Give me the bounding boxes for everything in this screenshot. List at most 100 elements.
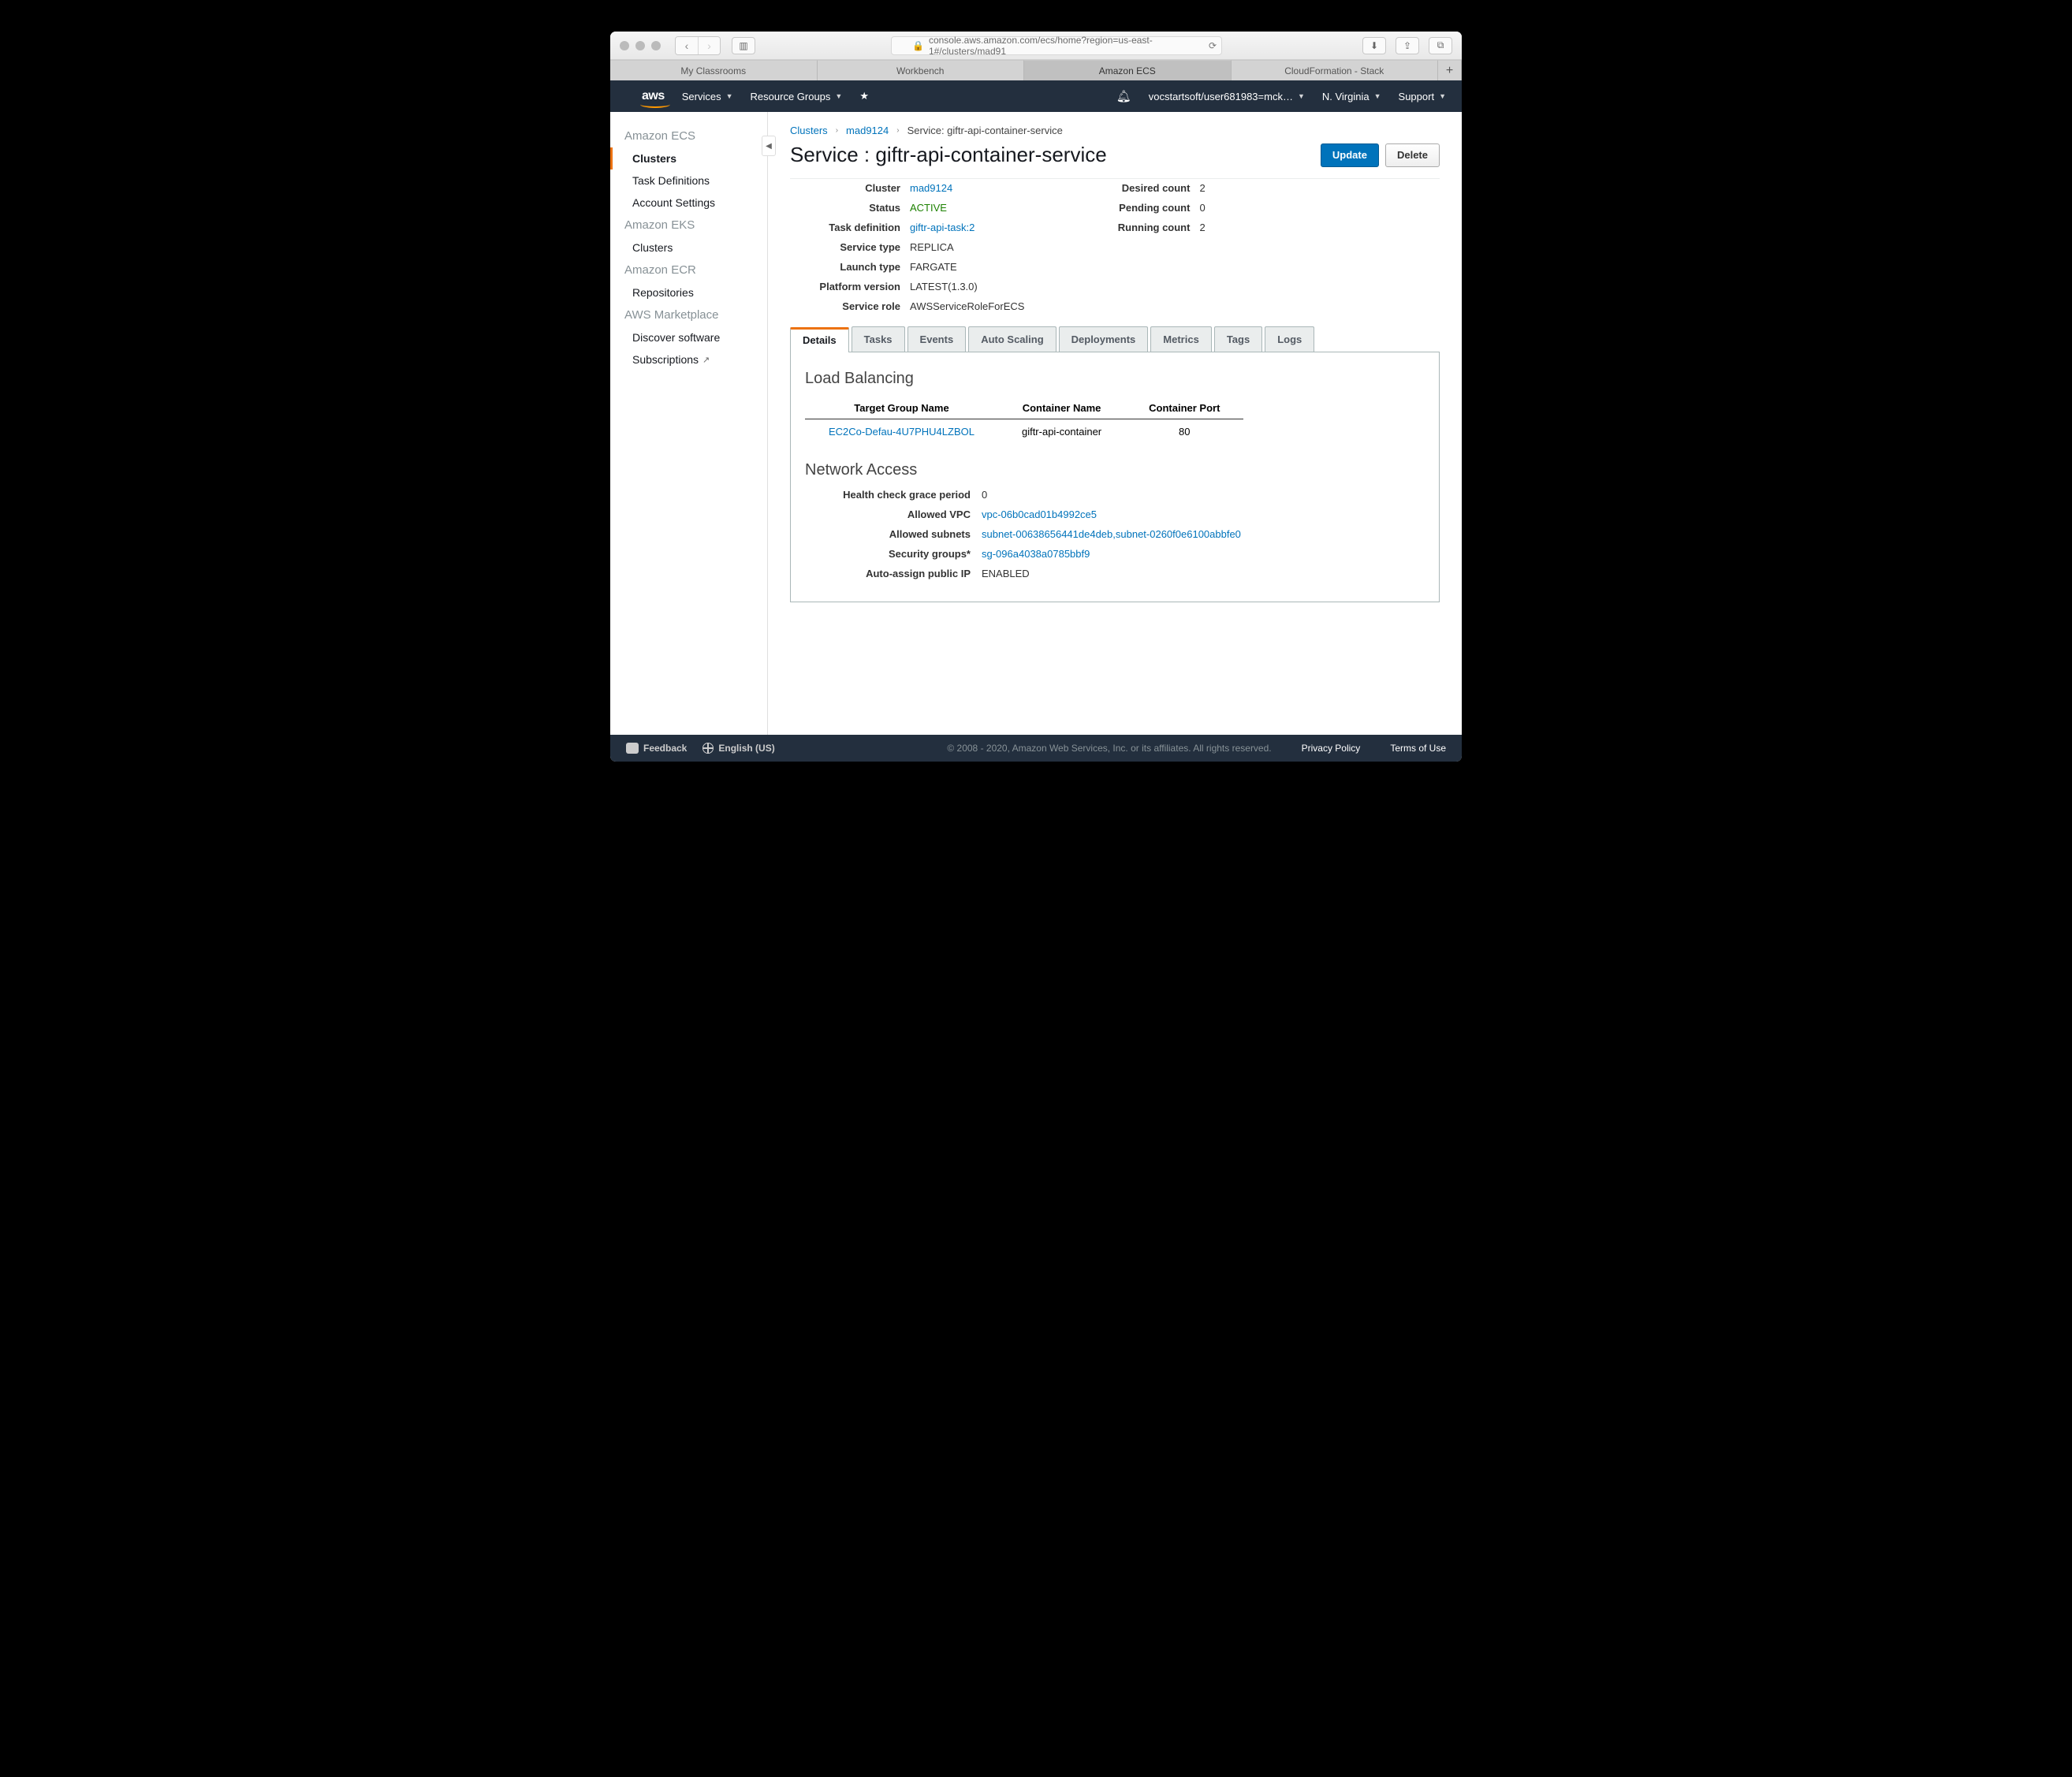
url-text: console.aws.amazon.com/ecs/home?region=u… [929,35,1201,57]
sidebar-item-clusters[interactable]: Clusters [610,147,767,170]
crumb-clusters[interactable]: Clusters [790,125,828,136]
breadcrumb: Clusters › mad9124 › Service: giftr-api-… [790,125,1440,136]
crumb-current: Service: giftr-api-container-service [907,125,1063,136]
downloads-icon[interactable]: ⬇ [1362,37,1386,54]
cluster-link[interactable]: mad9124 [910,182,1024,194]
main-content: Clusters › mad9124 › Service: giftr-api-… [768,112,1462,735]
delete-button[interactable]: Delete [1385,143,1440,167]
tab-cloudformation[interactable]: CloudFormation - Stack [1232,60,1439,80]
share-icon[interactable]: ⇪ [1396,37,1419,54]
sidebar-toggle-icon[interactable]: ▥ [732,37,755,54]
tab-amazon-ecs[interactable]: Amazon ECS [1024,60,1232,80]
mac-titlebar: ‹ › ▥ 🔒 console.aws.amazon.com/ecs/home?… [610,32,1462,60]
chevron-down-icon: ▼ [1439,92,1446,100]
aws-logo[interactable]: aws [642,89,665,103]
launchtype-value: FARGATE [910,261,1024,273]
tab-metrics[interactable]: Metrics [1150,326,1212,352]
zoom-window-icon[interactable] [651,41,661,50]
tab-tasks[interactable]: Tasks [852,326,905,352]
platform-value: LATEST(1.3.0) [910,281,1024,292]
sidebar-head-marketplace: AWS Marketplace [610,304,767,326]
page-title: Service : giftr-api-container-service [790,143,1107,167]
sidebar-item-eks-clusters[interactable]: Clusters [610,237,767,259]
external-link-icon: ↗ [702,355,710,365]
resource-groups-menu[interactable]: Resource Groups ▼ [751,91,843,102]
tab-deployments[interactable]: Deployments [1059,326,1149,352]
sidebar-item-repositories[interactable]: Repositories [610,281,767,304]
vpc-link[interactable]: vpc-06b0cad01b4992ce5 [982,509,1425,520]
col-container-port: Container Port [1125,397,1243,419]
support-label: Support [1399,91,1435,102]
service-summary: Cluster mad9124 Status ACTIVE Task defin… [790,178,1440,312]
load-balancing-table: Target Group Name Container Name Contain… [805,397,1243,444]
account-label: vocstartsoft/user681983=mck… [1149,91,1293,102]
crumb-cluster-name[interactable]: mad9124 [846,125,889,136]
target-group-link[interactable]: EC2Co-Defau-4U7PHU4LZBOL [805,419,998,445]
reload-icon[interactable]: ⟳ [1209,40,1217,51]
vpc-label: Allowed VPC [805,509,971,520]
tabs-icon[interactable]: ⧉ [1429,37,1452,54]
autoip-label: Auto-assign public IP [805,568,971,579]
close-window-icon[interactable] [620,41,629,50]
tab-tags[interactable]: Tags [1214,326,1262,352]
back-button[interactable]: ‹ [676,37,698,54]
support-menu[interactable]: Support ▼ [1399,91,1446,102]
minimize-window-icon[interactable] [635,41,645,50]
chevron-down-icon: ▼ [835,92,842,100]
chevron-down-icon: ▼ [1298,92,1305,100]
tab-my-classrooms[interactable]: My Classrooms [610,60,818,80]
status-value: ACTIVE [910,202,1024,214]
region-label: N. Virginia [1322,91,1370,102]
sidebar-item-discover-software[interactable]: Discover software [610,326,767,348]
taskdef-link[interactable]: giftr-api-task:2 [910,222,1024,233]
forward-button[interactable]: › [698,37,720,54]
chevron-right-icon: › [836,126,838,135]
pin-icon[interactable]: ★ [859,90,869,102]
tab-logs[interactable]: Logs [1265,326,1314,352]
tab-events[interactable]: Events [907,326,967,352]
region-menu[interactable]: N. Virginia▼ [1322,91,1381,102]
role-value: AWSServiceRoleForECS [910,300,1024,312]
language-selector[interactable]: English (US) [702,743,774,754]
chevron-down-icon: ▼ [726,92,733,100]
sidebar-item-task-definitions[interactable]: Task Definitions [610,170,767,192]
notifications-icon[interactable]: 🔔︎ [1116,89,1131,103]
services-menu[interactable]: Services▼ [682,91,733,102]
lock-icon: 🔒 [912,40,924,51]
platform-label: Platform version [790,281,900,292]
browser-window: ‹ › ▥ 🔒 console.aws.amazon.com/ecs/home?… [610,32,1462,762]
network-access-heading: Network Access [805,461,1425,479]
tab-autoscaling[interactable]: Auto Scaling [968,326,1056,352]
pending-value: 0 [1199,202,1205,214]
details-panel: Load Balancing Target Group Name Contain… [790,352,1440,602]
desired-label: Desired count [1071,182,1190,194]
new-tab-button[interactable]: + [1438,60,1462,80]
network-grid: Health check grace period 0 Allowed VPC … [805,489,1425,579]
account-menu[interactable]: vocstartsoft/user681983=mck… ▼ [1149,91,1305,102]
resource-groups-label: Resource Groups [751,91,831,102]
feedback-link[interactable]: Feedback [626,743,687,754]
tab-workbench[interactable]: Workbench [818,60,1025,80]
subnets-link[interactable]: subnet-00638656441de4deb,subnet-0260f0e6… [982,528,1425,540]
table-row: EC2Co-Defau-4U7PHU4LZBOL giftr-api-conta… [805,419,1243,445]
terms-link[interactable]: Terms of Use [1390,743,1446,754]
privacy-link[interactable]: Privacy Policy [1302,743,1361,754]
sidebar: ◀ Amazon ECS Clusters Task Definitions A… [610,112,768,735]
feedback-icon [626,743,639,754]
sg-link[interactable]: sg-096a4038a0785bbf9 [982,548,1425,560]
sidebar-item-label: Subscriptions [632,353,699,366]
running-label: Running count [1071,222,1190,233]
grace-label: Health check grace period [805,489,971,501]
sidebar-collapse-button[interactable]: ◀ [762,136,776,156]
address-bar[interactable]: 🔒 console.aws.amazon.com/ecs/home?region… [891,36,1222,55]
update-button[interactable]: Update [1321,143,1379,167]
role-label: Service role [790,300,900,312]
load-balancing-heading: Load Balancing [805,370,1425,388]
cluster-label: Cluster [790,182,900,194]
tab-details[interactable]: Details [790,327,849,352]
sidebar-item-subscriptions[interactable]: Subscriptions ↗ [610,348,767,371]
subnets-label: Allowed subnets [805,528,971,540]
launchtype-label: Launch type [790,261,900,273]
sidebar-item-account-settings[interactable]: Account Settings [610,192,767,214]
sidebar-head-ecr: Amazon ECR [610,259,767,281]
